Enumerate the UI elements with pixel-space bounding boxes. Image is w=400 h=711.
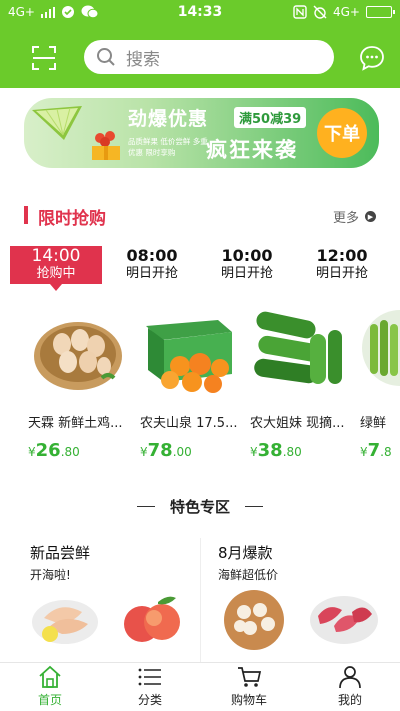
tab-label: 分类 (137, 693, 162, 707)
banner-discount-tag: 满50减39 (234, 107, 307, 128)
scallops-image (224, 590, 284, 650)
banner-title: 劲爆优惠 (128, 108, 209, 130)
special-card-new-arrivals[interactable]: 新品尝鲜 开海啦! (24, 532, 194, 662)
status-bar: 4G+ 14:33 4G+ (0, 0, 400, 26)
slot-time: 10:00 (221, 246, 273, 265)
product-card[interactable]: 农大姐妹 现摘... ¥38.80 (250, 304, 358, 464)
flash-sale-header: 限时抢购 更多 ▶ (24, 204, 380, 229)
chevron-right-icon: ▶ (365, 211, 376, 222)
slot-status: 明日开抢 (125, 266, 178, 281)
eggs-image (34, 322, 122, 390)
battery-icon (366, 6, 395, 18)
time-slot-1000[interactable]: 10:00 明日开抢 (201, 246, 293, 284)
special-zone-heading: 特色专区 (0, 496, 400, 517)
search-icon (97, 48, 115, 66)
tab-home[interactable]: 首页 (20, 665, 80, 711)
product-card[interactable]: 天霖 新鲜土鸡... ¥26.80 (28, 304, 136, 464)
search-input[interactable]: 搜索 (84, 40, 334, 74)
card-subtitle: 开海啦! (30, 568, 71, 582)
product-name: 农大姐妹 现摘... (250, 416, 345, 431)
promo-banner[interactable]: 劲爆优惠 满50减39 品质鲜果 低价尝鲜 多重优惠 限时享购 疯狂来袭 下单 (24, 98, 379, 168)
slot-time: 08:00 (126, 246, 178, 265)
beans-image (362, 310, 400, 386)
product-name: 天霖 新鲜土鸡... (28, 416, 123, 431)
product-card[interactable]: 农夫山泉 17.5... ¥78.00 (140, 304, 248, 464)
tab-cart[interactable]: 购物车 (219, 665, 279, 711)
product-price: ¥7.8 (360, 440, 392, 461)
tab-category[interactable]: 分类 (120, 665, 180, 711)
flash-sale-title: 限时抢购 (38, 209, 106, 229)
peach-image (124, 596, 180, 642)
cart-icon (238, 667, 262, 687)
card-subtitle: 海鲜超低价 (218, 568, 279, 582)
flash-sale-products: 天霖 新鲜土鸡... ¥26.80 农夫山泉 17.5... ¥78.00 农大… (0, 304, 400, 474)
divider-line (136, 505, 155, 508)
tab-label: 我的 (337, 693, 362, 707)
time-slot-0800[interactable]: 08:00 明日开抢 (106, 246, 198, 284)
product-card[interactable]: 绿鲜 ¥7.8 (360, 304, 400, 464)
banner-order-button[interactable]: 下单 (317, 108, 367, 158)
special-zone-title: 特色专区 (169, 498, 230, 516)
category-list-icon (138, 668, 161, 686)
more-link[interactable]: 更多 ▶ (333, 207, 376, 226)
banner-subtitle: 疯狂来袭 (206, 138, 298, 162)
user-icon (339, 666, 361, 689)
special-card-august-hot[interactable]: 8月爆款 海鲜超低价 (212, 532, 400, 662)
banner-small-text: 品质鲜果 低价尝鲜 多重优惠 限时享购 (128, 137, 208, 157)
search-row: 搜索 (0, 36, 400, 80)
time-slot-1200[interactable]: 12:00 明日开抢 (296, 246, 388, 284)
slot-status: 明日开抢 (315, 266, 368, 281)
time-slot-1400[interactable]: 14:00 抢购中 (10, 246, 102, 291)
home-icon (39, 665, 61, 688)
alarm-off-icon (313, 5, 327, 19)
section-accent-bar (24, 206, 28, 224)
nfc-icon (293, 5, 307, 19)
special-zone-cards: 新品尝鲜 开海啦! 8月爆款 海鲜超低价 (24, 532, 400, 662)
search-placeholder: 搜索 (126, 49, 160, 70)
network-indicator-right: 4G+ (333, 5, 360, 19)
product-name: 绿鲜 (360, 416, 387, 431)
divider-line (245, 505, 264, 508)
gift-box-image (92, 131, 120, 160)
tab-label: 首页 (37, 693, 62, 707)
card-divider (200, 538, 201, 662)
shrimp-image (32, 600, 98, 644)
product-price: ¥26.80 (28, 440, 80, 461)
beef-slices-image (310, 596, 378, 644)
message-icon[interactable] (358, 44, 386, 72)
product-price: ¥78.00 (140, 440, 192, 461)
card-title: 新品尝鲜 (30, 544, 91, 562)
card-title: 8月爆款 (218, 544, 273, 562)
slot-time: 12:00 (316, 246, 368, 265)
tab-profile[interactable]: 我的 (320, 665, 380, 711)
slot-time: 14:00 (31, 246, 81, 266)
slot-status: 抢购中 (36, 266, 76, 281)
time-slot-tabs: 14:00 抢购中 08:00 明日开抢 10:00 明日开抢 12:00 明日… (0, 246, 400, 296)
tab-label: 购物车 (230, 693, 267, 707)
lime-image (32, 106, 82, 140)
cucumber-image (254, 311, 342, 384)
orange-box-image (146, 320, 232, 393)
scan-icon[interactable] (30, 44, 58, 72)
product-price: ¥38.80 (250, 440, 302, 461)
product-name: 农夫山泉 17.5... (140, 416, 238, 431)
bottom-tab-bar: 首页 分类 购物车 我的 (0, 662, 400, 711)
slot-status: 明日开抢 (220, 266, 273, 281)
more-label: 更多 (332, 211, 359, 226)
